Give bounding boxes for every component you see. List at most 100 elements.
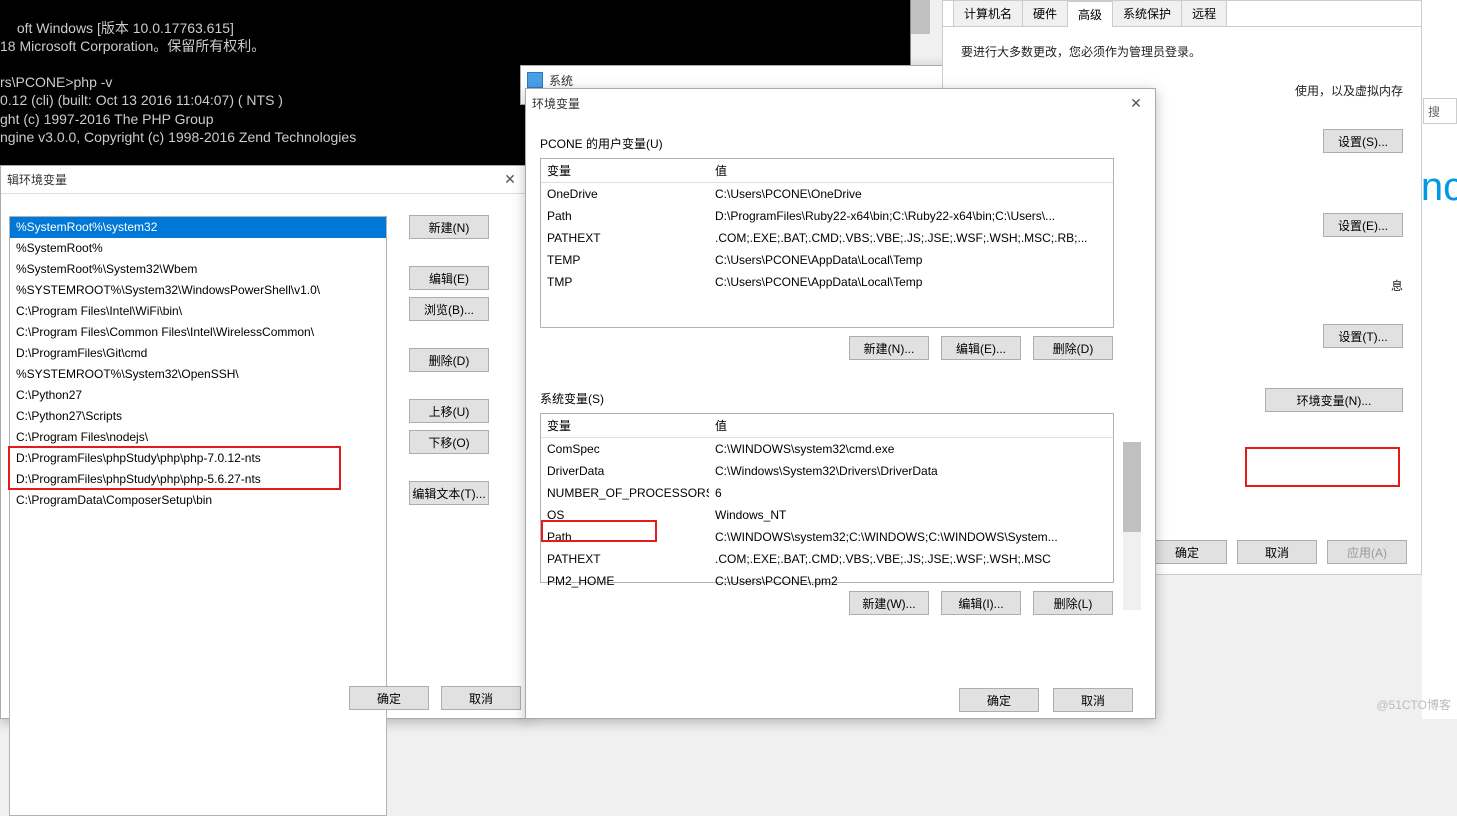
- path-row[interactable]: D:\ProgramFiles\Git\cmd: [10, 343, 386, 364]
- table-row[interactable]: OneDriveC:\Users\PCONE\OneDrive: [541, 183, 1113, 205]
- ok-button[interactable]: 确定: [959, 688, 1039, 712]
- edit-env-footer: 确定 取消: [349, 686, 521, 710]
- delete-button[interactable]: 删除(D): [409, 348, 489, 372]
- table-row[interactable]: PATHEXT.COM;.EXE;.BAT;.CMD;.VBS;.VBE;.JS…: [541, 227, 1113, 249]
- path-row[interactable]: D:\ProgramFiles\phpStudy\php\php-7.0.12-…: [10, 448, 386, 469]
- user-vars-table[interactable]: 变量 值 OneDriveC:\Users\PCONE\OneDrivePath…: [540, 158, 1114, 328]
- user-vars-label: PCONE 的用户变量(U): [540, 135, 1155, 152]
- path-row[interactable]: D:\ProgramFiles\phpStudy\php\php-5.6.27-…: [10, 469, 386, 490]
- tab-computer-name[interactable]: 计算机名: [953, 0, 1023, 26]
- path-row[interactable]: C:\ProgramData\ComposerSetup\bin: [10, 490, 386, 511]
- edittext-button[interactable]: 编辑文本(T)...: [409, 481, 489, 505]
- startup-settings-button[interactable]: 设置(T)...: [1323, 324, 1403, 348]
- watermark: @51CTO博客: [1376, 696, 1451, 713]
- user-delete-button[interactable]: 删除(D): [1033, 336, 1113, 360]
- val-cell: C:\Users\PCONE\AppData\Local\Temp: [709, 250, 1113, 271]
- sys-delete-button[interactable]: 删除(L): [1033, 591, 1113, 615]
- envvar-titlebar[interactable]: 环境变量 ✕: [526, 89, 1155, 117]
- table-row[interactable]: PM2_HOMEC:\Users\PCONE\.pm2: [541, 570, 1113, 592]
- col-val-header[interactable]: 值: [709, 414, 1113, 437]
- path-row[interactable]: C:\Program Files\Intel\WiFi\bin\: [10, 301, 386, 322]
- new-button[interactable]: 新建(N): [409, 215, 489, 239]
- path-row[interactable]: %SYSTEMROOT%\System32\OpenSSH\: [10, 364, 386, 385]
- props-footer: 确定 取消 应用(A): [1147, 540, 1407, 564]
- val-cell: C:\Users\PCONE\OneDrive: [709, 184, 1113, 205]
- edit-button[interactable]: 编辑(E): [409, 266, 489, 290]
- browse-button[interactable]: 浏览(B)...: [409, 297, 489, 321]
- ok-button[interactable]: 确定: [349, 686, 429, 710]
- var-cell: TEMP: [541, 250, 709, 271]
- edit-env-titlebar[interactable]: 辑环境变量 ✕: [1, 166, 529, 194]
- env-variables-button[interactable]: 环境变量(N)...: [1265, 388, 1403, 412]
- cancel-button[interactable]: 取消: [1237, 540, 1317, 564]
- user-vars-buttons: 新建(N)... 编辑(E)... 删除(D): [526, 336, 1113, 360]
- table-row[interactable]: PathD:\ProgramFiles\Ruby22-x64\bin;C:\Ru…: [541, 205, 1113, 227]
- path-row[interactable]: %SystemRoot%\system32: [10, 217, 386, 238]
- user-edit-button[interactable]: 编辑(E)...: [941, 336, 1021, 360]
- table-row[interactable]: PathC:\WINDOWS\system32;C:\WINDOWS;C:\WI…: [541, 526, 1113, 548]
- path-row[interactable]: %SystemRoot%\System32\Wbem: [10, 259, 386, 280]
- table-row[interactable]: ComSpecC:\WINDOWS\system32\cmd.exe: [541, 438, 1113, 460]
- var-cell: OS: [541, 505, 709, 526]
- path-row[interactable]: C:\Python27: [10, 385, 386, 406]
- edit-env-window: 辑环境变量 ✕ %SystemRoot%\system32%SystemRoot…: [0, 165, 530, 719]
- val-cell: C:\Windows\System32\Drivers\DriverData: [709, 461, 1113, 482]
- admin-note: 要进行大多数更改，您必须作为管理员登录。: [961, 43, 1403, 60]
- path-row[interactable]: %SystemRoot%: [10, 238, 386, 259]
- val-cell: 6: [709, 483, 1113, 504]
- path-row[interactable]: C:\Python27\Scripts: [10, 406, 386, 427]
- performance-settings-button[interactable]: 设置(S)...: [1323, 129, 1403, 153]
- path-row[interactable]: C:\Program Files\Common Files\Intel\Wire…: [10, 322, 386, 343]
- cancel-button[interactable]: 取消: [1053, 688, 1133, 712]
- col-val-header[interactable]: 值: [709, 159, 1113, 182]
- path-list[interactable]: %SystemRoot%\system32%SystemRoot%%System…: [9, 216, 387, 816]
- val-cell: D:\ProgramFiles\Ruby22-x64\bin;C:\Ruby22…: [709, 206, 1113, 227]
- cancel-button[interactable]: 取消: [441, 686, 521, 710]
- userprofile-settings-button[interactable]: 设置(E)...: [1323, 213, 1403, 237]
- var-cell: PATHEXT: [541, 549, 709, 570]
- tab-remote[interactable]: 远程: [1181, 0, 1227, 26]
- close-icon[interactable]: ✕: [1123, 95, 1149, 112]
- envvar-title: 环境变量: [532, 95, 580, 112]
- table-row[interactable]: TEMPC:\Users\PCONE\AppData\Local\Temp: [541, 249, 1113, 271]
- edit-env-title: 辑环境变量: [7, 171, 67, 188]
- table-row[interactable]: TMPC:\Users\PCONE\AppData\Local\Temp: [541, 271, 1113, 293]
- table-row[interactable]: PATHEXT.COM;.EXE;.BAT;.CMD;.VBS;.VBE;.JS…: [541, 548, 1113, 570]
- var-cell: Path: [541, 527, 709, 548]
- envvar-window: 环境变量 ✕ PCONE 的用户变量(U) 变量 值 OneDriveC:\Us…: [525, 88, 1156, 719]
- sys-vars-buttons: 新建(W)... 编辑(I)... 删除(L): [526, 591, 1113, 615]
- close-icon[interactable]: ✕: [497, 171, 523, 188]
- tab-hardware[interactable]: 硬件: [1022, 0, 1068, 26]
- tab-system-protection[interactable]: 系统保护: [1112, 0, 1182, 26]
- moveup-button[interactable]: 上移(U): [409, 399, 489, 423]
- tab-advanced[interactable]: 高级: [1067, 1, 1113, 27]
- sys-vars-table[interactable]: 变量 值 ComSpecC:\WINDOWS\system32\cmd.exeD…: [540, 413, 1114, 583]
- movedown-button[interactable]: 下移(O): [409, 430, 489, 454]
- table-row[interactable]: DriverDataC:\Windows\System32\Drivers\Dr…: [541, 460, 1113, 482]
- apply-button[interactable]: 应用(A): [1327, 540, 1407, 564]
- var-cell: ComSpec: [541, 439, 709, 460]
- search-input[interactable]: 搜: [1423, 98, 1457, 124]
- sys-table-scrollbar[interactable]: [1123, 442, 1141, 610]
- table-row[interactable]: NUMBER_OF_PROCESSORS6: [541, 482, 1113, 504]
- path-row[interactable]: C:\Program Files\nodejs\: [10, 427, 386, 448]
- val-cell: Windows_NT: [709, 505, 1113, 526]
- var-cell: PATHEXT: [541, 228, 709, 249]
- col-var-header[interactable]: 变量: [541, 414, 709, 437]
- col-var-header[interactable]: 变量: [541, 159, 709, 182]
- var-cell: PM2_HOME: [541, 571, 709, 592]
- val-cell: C:\WINDOWS\system32;C:\WINDOWS;C:\WINDOW…: [709, 527, 1113, 548]
- var-cell: DriverData: [541, 461, 709, 482]
- ok-button[interactable]: 确定: [1147, 540, 1227, 564]
- path-row[interactable]: %SYSTEMROOT%\System32\WindowsPowerShell\…: [10, 280, 386, 301]
- val-cell: .COM;.EXE;.BAT;.CMD;.VBS;.VBE;.JS;.JSE;.…: [709, 549, 1113, 570]
- system-title: 系统: [549, 72, 573, 89]
- sys-edit-button[interactable]: 编辑(I)...: [941, 591, 1021, 615]
- table-row[interactable]: OSWindows_NT: [541, 504, 1113, 526]
- val-cell: .COM;.EXE;.BAT;.CMD;.VBS;.VBE;.JS;.JSE;.…: [709, 228, 1113, 249]
- var-cell: OneDrive: [541, 184, 709, 205]
- sys-new-button[interactable]: 新建(W)...: [849, 591, 929, 615]
- user-new-button[interactable]: 新建(N)...: [849, 336, 929, 360]
- val-cell: C:\Users\PCONE\AppData\Local\Temp: [709, 272, 1113, 293]
- sys-vars-label: 系统变量(S): [540, 390, 1155, 407]
